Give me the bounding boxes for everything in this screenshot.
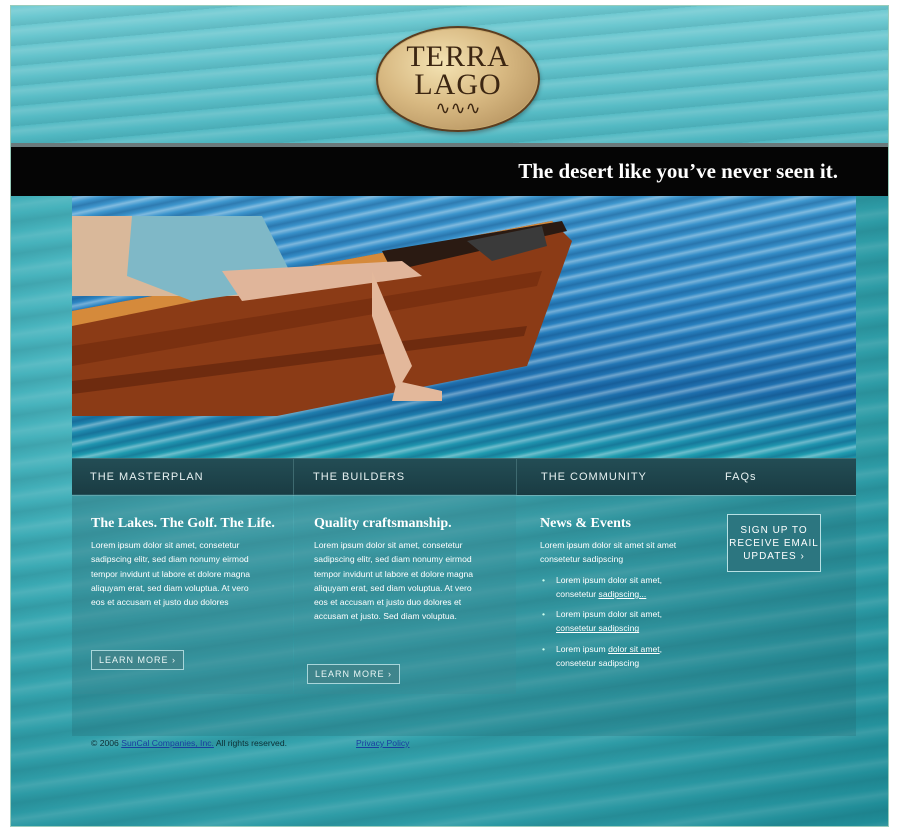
page: TERRA LAGO ∿∿∿ The desert like you’ve ne…: [10, 5, 889, 827]
company-link[interactable]: SunCal Companies, Inc.: [121, 738, 214, 748]
signup-line: RECEIVE EMAIL: [729, 537, 819, 549]
logo-line-2: LAGO: [414, 68, 502, 101]
nav-community[interactable]: THE COMMUNITY: [541, 459, 647, 495]
wave-icon: ∿∿∿: [435, 98, 481, 118]
logo-line-1: TERRA: [406, 40, 510, 73]
news-item: Lorem ipsum dolor sit amet, consetetur s…: [540, 607, 690, 636]
column-craftsmanship: Quality craftsmanship. Lorem ipsum dolor…: [314, 516, 514, 624]
tagline: The desert like you’ve never seen it.: [518, 159, 838, 183]
email-signup-button[interactable]: SIGN UP TO RECEIVE EMAIL UPDATES ›: [727, 514, 821, 572]
boat-illustration: [72, 216, 572, 416]
nav-masterplan[interactable]: THE MASTERPLAN: [90, 459, 204, 495]
news-list: Lorem ipsum dolor sit amet, consetetur s…: [540, 573, 690, 671]
nav-faqs[interactable]: FAQs: [725, 459, 757, 495]
learn-more-button[interactable]: LEARN MORE ›: [91, 650, 185, 670]
nav-divider: [516, 459, 517, 495]
column-heading: The Lakes. The Golf. The Life.: [91, 516, 275, 531]
learn-more-button[interactable]: LEARN MORE ›: [307, 664, 401, 684]
news-events: News & Events Lorem ipsum dolor sit amet…: [540, 516, 690, 676]
signup-line: UPDATES ›: [743, 550, 805, 562]
column-lakes: The Lakes. The Golf. The Life. Lorem ips…: [91, 516, 291, 609]
news-item: Lorem ipsum dolor sit amet, consetetur s…: [540, 642, 690, 671]
nav-divider: [293, 459, 294, 495]
news-item: Lorem ipsum dolor sit amet, consetetur s…: [540, 573, 690, 602]
column-body: Lorem ipsum dolor sit amet, consetetur s…: [91, 540, 251, 608]
nav-builders[interactable]: THE BUILDERS: [313, 459, 405, 495]
column-body: Lorem ipsum dolor sit amet, consetetur s…: [314, 540, 474, 622]
news-heading: News & Events: [540, 516, 631, 531]
news-link[interactable]: dolor sit amet: [608, 644, 660, 654]
signup-line: SIGN UP TO: [740, 524, 808, 536]
news-intro: Lorem ipsum dolor sit amet sit amet cons…: [540, 540, 677, 565]
news-link[interactable]: sadipscing...: [599, 589, 647, 599]
footer-copyright: © 2006 SunCal Companies, Inc. All rights…: [91, 738, 287, 748]
column-heading: Quality craftsmanship.: [314, 516, 452, 531]
main-nav: THE MASTERPLAN THE BUILDERS THE COMMUNIT…: [72, 458, 856, 496]
news-link[interactable]: consetetur sadipscing: [556, 623, 639, 633]
terra-lago-logo[interactable]: TERRA LAGO ∿∿∿: [376, 26, 540, 132]
hero-image: [72, 196, 856, 458]
privacy-policy-link[interactable]: Privacy Policy: [356, 738, 409, 748]
